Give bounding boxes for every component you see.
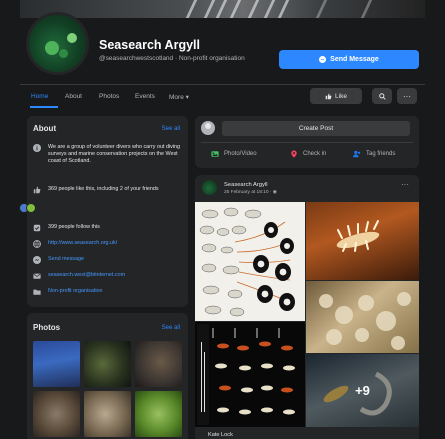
about-email-row: seasearch.west@btinternet.com xyxy=(33,272,125,280)
location-pin-icon xyxy=(291,150,297,158)
more-photos-overlay[interactable]: +9 xyxy=(306,354,419,427)
user-avatar[interactable] xyxy=(201,121,215,135)
thumbs-up-icon xyxy=(325,93,332,99)
post-more-options-icon[interactable]: ··· xyxy=(401,180,409,189)
photo-caption-author[interactable]: Kate Lock xyxy=(208,432,233,438)
post-photo-orange-nudibranch[interactable] xyxy=(306,202,419,280)
about-description-row: We are a group of volunteer divers who c… xyxy=(33,144,181,165)
page-subtitle: @seasearchwestscotland · Non-profit orga… xyxy=(99,55,245,62)
tag-friends-button[interactable]: Tag friends xyxy=(353,150,395,158)
about-title: About xyxy=(33,124,57,133)
about-email-link[interactable]: seasearch.west@btinternet.com xyxy=(48,272,125,279)
follow-icon xyxy=(33,224,41,232)
tag-friends-icon xyxy=(353,150,361,158)
tab-more[interactable]: More ▾ xyxy=(169,93,189,101)
about-follows: 399 people follow this xyxy=(48,224,100,230)
envelope-icon xyxy=(33,273,41,279)
friend-avatar[interactable] xyxy=(26,203,36,213)
about-website-link[interactable]: http://www.seasearch.org.uk/ xyxy=(48,240,117,247)
about-description: We are a group of volunteer divers who c… xyxy=(48,144,181,164)
messenger-icon xyxy=(33,256,41,264)
send-message-button[interactable]: Send Message xyxy=(279,50,419,69)
post-timestamp[interactable]: 25 February at 18:10 · ◉ xyxy=(224,190,277,195)
photo-grid xyxy=(33,341,182,437)
tag-friends-label: Tag friends xyxy=(366,151,396,157)
photos-see-all-link[interactable]: See all xyxy=(162,325,180,331)
globe-icon: ◉ xyxy=(272,190,277,195)
photo-thumbnail[interactable] xyxy=(33,341,80,387)
active-tab-indicator xyxy=(30,106,58,108)
tab-about[interactable]: About xyxy=(65,93,82,100)
friends-avatars[interactable] xyxy=(19,203,36,213)
post-author-name[interactable]: Seasearch Argyll xyxy=(224,182,268,188)
about-follows-row: 399 people follow this xyxy=(33,224,100,232)
post-photo-identification-sheet[interactable] xyxy=(195,202,305,321)
tab-photos[interactable]: Photos xyxy=(99,93,119,100)
page-profile-picture[interactable] xyxy=(26,12,89,75)
about-category-link[interactable]: Non-profit organisation xyxy=(48,288,103,295)
info-icon xyxy=(33,144,41,152)
photo-icon xyxy=(211,151,219,157)
cover-photo[interactable] xyxy=(20,0,425,18)
about-likes-row: 369 people like this, including 2 of you… xyxy=(33,186,181,194)
about-see-all-link[interactable]: See all xyxy=(162,126,180,132)
photo-thumbnail[interactable] xyxy=(135,391,182,437)
tab-events[interactable]: Events xyxy=(135,93,155,100)
composer-divider xyxy=(201,142,413,143)
photo-thumbnail[interactable] xyxy=(84,391,131,437)
page-title: Seasearch Argyll xyxy=(99,38,200,52)
thumbs-up-icon xyxy=(33,186,41,194)
about-website-row: http://www.seasearch.org.uk/ xyxy=(33,240,117,248)
messenger-icon xyxy=(319,56,327,63)
photo-thumbnail[interactable] xyxy=(84,341,131,387)
post-card: Seasearch Argyll 25 February at 18:10 · … xyxy=(195,175,419,439)
create-post-button[interactable]: Create Post xyxy=(222,121,410,136)
photo-video-button[interactable]: Photo/Video xyxy=(211,150,257,158)
about-category-row: Non-profit organisation xyxy=(33,288,103,296)
about-send-message-link[interactable]: Send message xyxy=(48,256,84,263)
photos-card: Photos See all xyxy=(27,313,188,439)
check-in-button[interactable]: Check in xyxy=(290,150,326,158)
search-icon xyxy=(378,92,386,100)
folder-icon xyxy=(33,289,41,295)
send-message-label: Send Message xyxy=(330,56,379,63)
photo-video-label: Photo/Video xyxy=(224,151,257,157)
create-post-card: Create Post Photo/Video Check in Tag fri… xyxy=(195,116,419,168)
post-author-avatar[interactable] xyxy=(202,180,217,195)
more-dots-icon: ··· xyxy=(403,91,411,101)
page-tab-bar: Home About Photos Events More ▾ xyxy=(20,84,425,108)
more-options-button[interactable]: ··· xyxy=(397,88,417,104)
about-send-message-row: Send message xyxy=(33,256,84,264)
photo-thumbnail[interactable] xyxy=(135,341,182,387)
like-page-button[interactable]: Like xyxy=(310,88,362,104)
check-in-label: Check in xyxy=(303,151,327,157)
search-button[interactable] xyxy=(372,88,392,104)
about-card: About See all We are a group of voluntee… xyxy=(27,116,188,307)
photo-thumbnail[interactable] xyxy=(33,391,80,437)
photos-title: Photos xyxy=(33,323,61,332)
post-photo-nudibranch-chart[interactable] xyxy=(195,322,305,427)
tab-home[interactable]: Home xyxy=(31,93,48,100)
post-photo-hydroid-colony[interactable] xyxy=(306,281,419,353)
globe-icon xyxy=(33,240,41,248)
like-label: Like xyxy=(335,92,347,100)
about-likes[interactable]: 369 people like this, including 2 of you… xyxy=(48,186,159,193)
